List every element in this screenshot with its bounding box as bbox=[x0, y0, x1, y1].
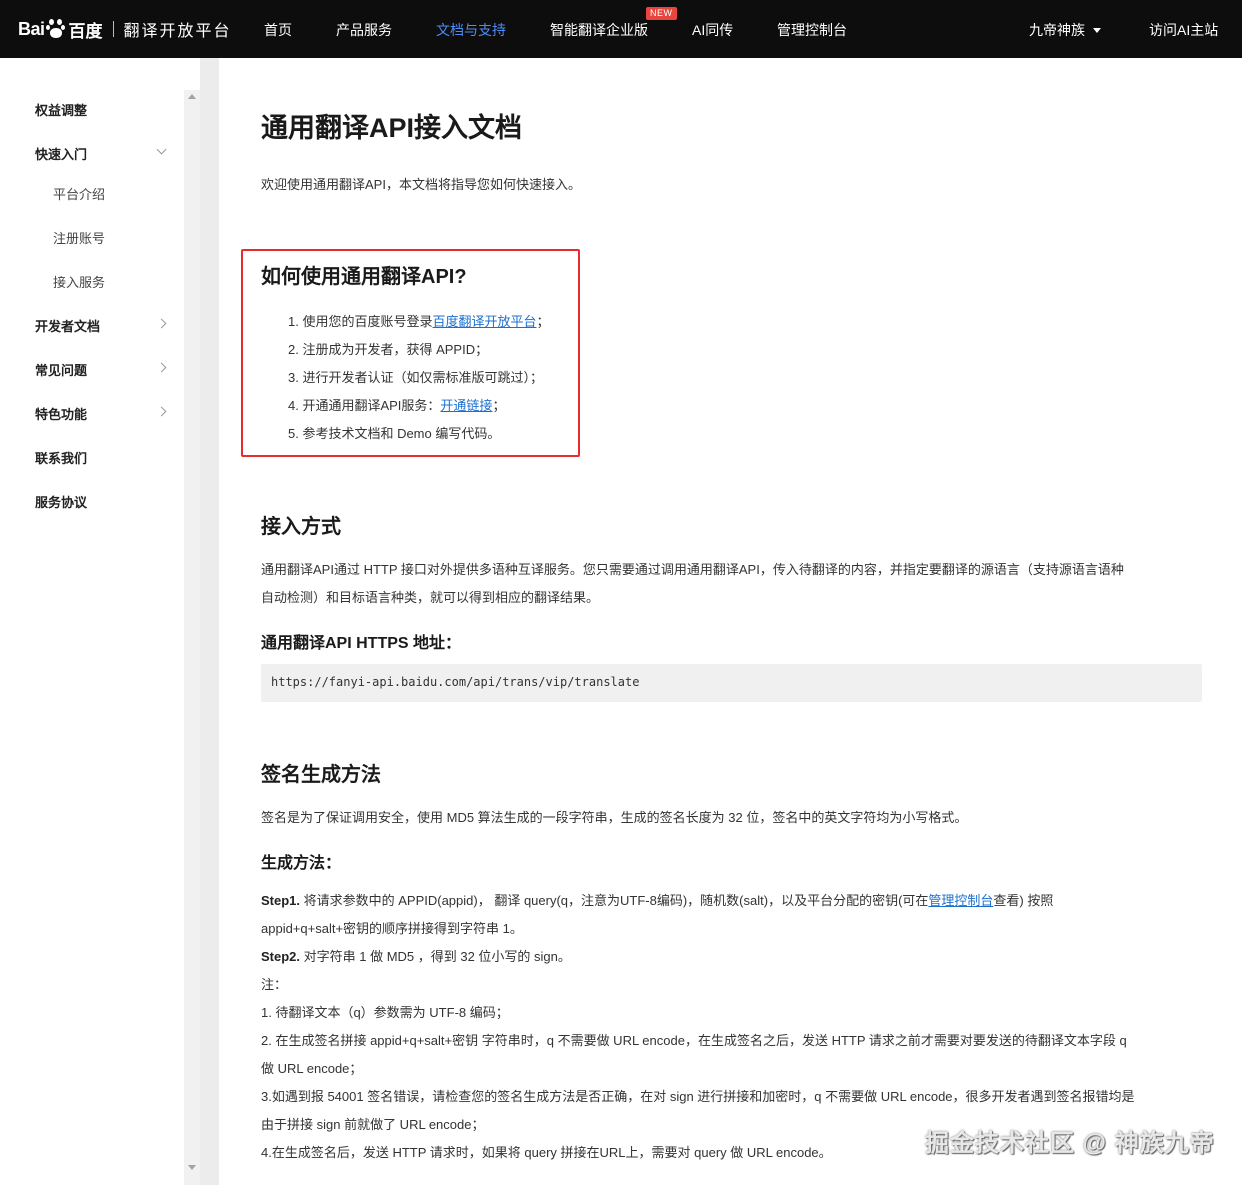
sign-heading: 签名生成方法 bbox=[261, 764, 381, 786]
step-text: 将请求参数中的 APPID(appid)， 翻译 query(q，注意为UTF-… bbox=[300, 893, 929, 908]
logo-text: Bai bbox=[18, 18, 45, 39]
step-text: ； bbox=[536, 314, 550, 329]
scroll-down-icon[interactable] bbox=[188, 1165, 196, 1170]
howto-heading: 如何使用通用翻译API? bbox=[261, 266, 467, 288]
console-link[interactable]: 管理控制台 bbox=[928, 893, 993, 908]
watermark: 掘金技术社区 @ 神族九帝 bbox=[925, 1130, 1215, 1157]
note-2b: 做 URL encode； bbox=[261, 1061, 363, 1076]
chevron-down-icon[interactable] bbox=[156, 144, 167, 155]
nav-home[interactable]: 首页 bbox=[264, 0, 292, 58]
howto-step-3: 3. 进行开发者认证（如仅需标准版可跳过）； bbox=[288, 370, 543, 385]
note-3b: 由于拼接 sign 前就做了 URL encode； bbox=[261, 1117, 485, 1132]
sidebar-item-faq[interactable]: 常见问题 bbox=[35, 360, 87, 379]
divider bbox=[200, 58, 219, 1185]
caret-down-icon bbox=[1093, 28, 1101, 33]
step-text: 1. 使用您的百度账号登录 bbox=[288, 314, 433, 329]
sidebar: 权益调整 快速入门 平台介绍 注册账号 接入服务 开发者文档 常见问题 特色功能… bbox=[0, 58, 200, 1185]
top-nav: Bai 百度 翻译开放平台 首页 产品服务 文档与支持 智能翻译企业版 NEW … bbox=[0, 0, 1242, 58]
note-2a: 2. 在生成签名拼接 appid+q+salt+密钥 字符串时，q 不需要做 U… bbox=[261, 1033, 1127, 1048]
sign-step-1: Step1. 将请求参数中的 APPID(appid)， 翻译 query(q，… bbox=[261, 890, 1053, 909]
access-heading: 接入方式 bbox=[261, 516, 341, 538]
chevron-right-icon[interactable] bbox=[156, 406, 167, 417]
sidebar-item-quickstart[interactable]: 快速入门 bbox=[35, 144, 87, 163]
howto-step-4: 4. 开通通用翻译API服务：开通链接； bbox=[288, 395, 505, 414]
main-content: 通用翻译API接入文档 欢迎使用通用翻译API，本文档将指导您如何快速接入。 如… bbox=[219, 58, 1242, 1185]
sidebar-item-rights[interactable]: 权益调整 bbox=[35, 100, 87, 119]
nav-ai-interpret[interactable]: AI同传 bbox=[692, 0, 733, 58]
intro-text: 欢迎使用通用翻译API，本文档将指导您如何快速接入。 bbox=[261, 177, 581, 192]
activate-link[interactable]: 开通链接 bbox=[440, 398, 492, 413]
scroll-up-icon[interactable] bbox=[188, 94, 196, 99]
platform-link[interactable]: 百度翻译开放平台 bbox=[432, 314, 536, 329]
nav-enterprise[interactable]: 智能翻译企业版 bbox=[550, 0, 648, 58]
method-label: 生成方法： bbox=[261, 855, 342, 872]
user-menu[interactable]: 九帝神族 bbox=[1029, 0, 1101, 58]
step-label: Step1. bbox=[261, 893, 301, 908]
step-text: ； bbox=[492, 398, 506, 413]
user-name: 九帝神族 bbox=[1029, 22, 1085, 38]
https-label: 通用翻译API HTTPS 地址： bbox=[261, 635, 462, 652]
note-label: 注： bbox=[261, 977, 288, 992]
note-4: 4.在生成签名后，发送 HTTP 请求时，如果将 query 拼接在URL上，需… bbox=[261, 1145, 832, 1160]
howto-step-5: 5. 参考技术文档和 Demo 编写代码。 bbox=[288, 426, 501, 441]
sign-intro: 签名是为了保证调用安全，使用 MD5 算法生成的一段字符串，生成的签名长度为 3… bbox=[261, 810, 968, 825]
step-label: Step2. bbox=[261, 949, 301, 964]
step-text: 对字符串 1 做 MD5 ，得到 32 位小写的 sign。 bbox=[300, 949, 571, 964]
chevron-right-icon[interactable] bbox=[156, 318, 167, 329]
sign-step-2: Step2. 对字符串 1 做 MD5 ，得到 32 位小写的 sign。 bbox=[261, 946, 571, 965]
nav-console[interactable]: 管理控制台 bbox=[777, 0, 847, 58]
logo-divider bbox=[112, 21, 114, 37]
sidebar-item-contact[interactable]: 联系我们 bbox=[35, 448, 87, 467]
baidu-logo[interactable]: Bai 百度 翻译开放平台 bbox=[18, 13, 232, 45]
platform-name: 翻译开放平台 bbox=[123, 23, 232, 40]
note-1: 1. 待翻译文本（q）参数需为 UTF-8 编码； bbox=[261, 1005, 509, 1020]
access-text-1: 通用翻译API通过 HTTP 接口对外提供多语种互译服务。您只需要通过调用通用翻… bbox=[261, 562, 1124, 577]
sidebar-item-register[interactable]: 注册账号 bbox=[53, 228, 105, 247]
howto-step-2: 2. 注册成为开发者，获得 APPID； bbox=[288, 342, 489, 357]
sidebar-item-intro[interactable]: 平台介绍 bbox=[53, 184, 105, 203]
sidebar-item-terms[interactable]: 服务协议 bbox=[35, 492, 87, 511]
sidebar-scrollbar[interactable] bbox=[184, 90, 200, 1185]
step-text: 4. 开通通用翻译API服务： bbox=[288, 398, 441, 413]
access-text-2: 自动检测）和目标语言种类，就可以得到相应的翻译结果。 bbox=[261, 590, 600, 605]
note-3a: 3.如遇到报 54001 签名错误，请检查您的签名生成方法是否正确，在对 sig… bbox=[261, 1089, 1135, 1104]
sidebar-item-features[interactable]: 特色功能 bbox=[35, 404, 87, 423]
code-block[interactable]: https://fanyi-api.baidu.com/api/trans/vi… bbox=[261, 664, 1202, 702]
nav-products[interactable]: 产品服务 bbox=[336, 0, 392, 58]
visit-ai-link[interactable]: 访问AI主站 bbox=[1149, 0, 1218, 58]
sign-step-1-cont: appid+q+salt+密钥的顺序拼接得到字符串 1。 bbox=[261, 921, 523, 936]
chevron-right-icon[interactable] bbox=[156, 362, 167, 373]
page-title: 通用翻译API接入文档 bbox=[261, 113, 523, 143]
new-badge: NEW bbox=[646, 7, 677, 20]
api-url: https://fanyi-api.baidu.com/api/trans/vi… bbox=[271, 675, 640, 689]
nav-docs[interactable]: 文档与支持 bbox=[436, 0, 506, 58]
sidebar-item-devdocs[interactable]: 开发者文档 bbox=[35, 316, 100, 335]
step-text: 查看) 按照 bbox=[993, 893, 1054, 908]
sidebar-item-access[interactable]: 接入服务 bbox=[53, 272, 105, 291]
paw-icon bbox=[45, 19, 66, 39]
logo-cn: 百度 bbox=[68, 21, 103, 41]
howto-step-1: 1. 使用您的百度账号登录百度翻译开放平台； bbox=[288, 311, 550, 330]
